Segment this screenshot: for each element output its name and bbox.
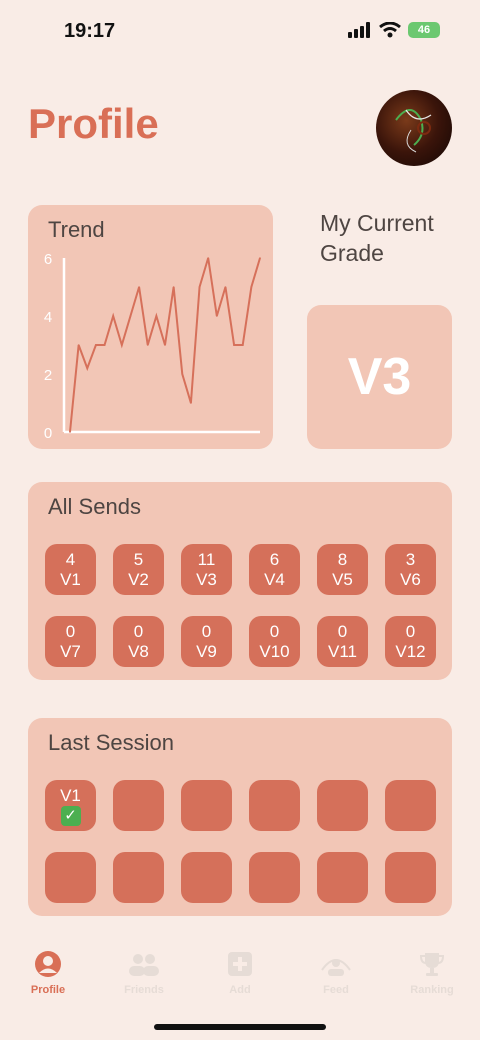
send-tile-v6[interactable]: 3 V6 xyxy=(385,544,436,595)
trophy-icon xyxy=(419,953,445,976)
send-tile-v8[interactable]: 0 V8 xyxy=(113,616,164,667)
session-slot[interactable] xyxy=(385,780,436,831)
trend-card[interactable]: Trend 0246 xyxy=(28,205,273,449)
send-count: 11 xyxy=(197,549,216,569)
status-icons: 46 xyxy=(348,22,440,38)
grade-label: My Current Grade xyxy=(320,210,434,266)
page-title: Profile xyxy=(28,100,159,147)
send-grade: V8 xyxy=(128,641,149,661)
checkmark-icon: ✓ xyxy=(60,805,81,826)
send-count: 3 xyxy=(405,549,416,569)
send-grade: V3 xyxy=(196,569,217,589)
session-slot[interactable] xyxy=(317,852,368,903)
wifi-icon xyxy=(379,22,401,38)
battery-indicator: 46 xyxy=(408,22,440,38)
send-grade: V11 xyxy=(328,641,357,661)
session-slot[interactable] xyxy=(385,852,436,903)
all-sends-title: All Sends xyxy=(48,494,141,519)
feed-icon xyxy=(321,959,351,976)
current-grade-value: V3 xyxy=(347,348,412,406)
send-grade: V4 xyxy=(264,569,285,589)
people-icon xyxy=(129,954,159,976)
send-grade: V6 xyxy=(400,569,421,589)
y-tick-label: 0 xyxy=(44,425,52,442)
session-slot[interactable] xyxy=(181,780,232,831)
session-slot[interactable] xyxy=(317,780,368,831)
send-grade: V2 xyxy=(128,569,149,589)
send-count: 0 xyxy=(269,621,280,641)
send-tile-v11[interactable]: 0 V11 xyxy=(317,616,368,667)
tab-feed[interactable]: Feed xyxy=(296,950,376,996)
tab-feed-label: Feed xyxy=(323,984,349,996)
send-tile-v10[interactable]: 0 V10 xyxy=(249,616,300,667)
send-count: 0 xyxy=(201,621,212,641)
send-count: 0 xyxy=(133,621,144,641)
send-count: 5 xyxy=(133,549,144,569)
tab-friends-label: Friends xyxy=(124,984,164,996)
session-slot[interactable] xyxy=(249,852,300,903)
tab-friends[interactable]: Friends xyxy=(104,950,184,996)
avatar[interactable] xyxy=(376,90,452,166)
all-sends-card: All Sends 4 V1 5 V2 11 V3 6 V4 8 V5 3 V6 0 V7 0 V8 0 V9 0 V… xyxy=(28,482,452,680)
all-sends-grid: 4 V1 5 V2 11 V3 6 V4 8 V5 3 V6 0 V7 0 V8 0 V9 0 V10 0 V11 0 V12 xyxy=(45,544,436,667)
send-count: 8 xyxy=(337,549,348,569)
y-tick-label: 4 xyxy=(44,309,52,326)
status-bar: 19:17 46 xyxy=(0,0,480,60)
person-circle-icon xyxy=(35,951,61,977)
trend-chart: 0 2 4 6 xyxy=(44,251,261,442)
session-slot[interactable] xyxy=(181,852,232,903)
avatar-image xyxy=(395,109,432,153)
send-grade: V12 xyxy=(395,641,426,661)
tab-bar: Profile Friends Add Feed Ranking xyxy=(0,950,480,1010)
plus-square-icon xyxy=(228,952,252,976)
send-tile-v1[interactable]: 4 V1 xyxy=(45,544,96,595)
send-grade: V10 xyxy=(259,641,290,661)
send-grade: V7 xyxy=(60,641,81,661)
send-tile-v2[interactable]: 5 V2 xyxy=(113,544,164,595)
last-session-grid: V1 ✓ xyxy=(45,780,436,903)
session-slot[interactable] xyxy=(249,780,300,831)
session-slot[interactable] xyxy=(45,852,96,903)
tab-profile[interactable]: Profile xyxy=(8,950,88,996)
session-slot[interactable] xyxy=(113,780,164,831)
send-tile-v9[interactable]: 0 V9 xyxy=(181,616,232,667)
tab-ranking[interactable]: Ranking xyxy=(392,950,472,996)
y-tick-label: 2 xyxy=(44,367,52,384)
send-tile-v12[interactable]: 0 V12 xyxy=(385,616,436,667)
send-grade: V1 xyxy=(60,569,81,589)
tab-add-label: Add xyxy=(229,984,251,996)
tab-profile-label: Profile xyxy=(30,984,66,996)
send-count: 6 xyxy=(269,549,280,569)
send-grade: V5 xyxy=(332,569,353,589)
y-tick-label: 6 xyxy=(44,251,52,268)
session-slot[interactable]: V1 ✓ xyxy=(45,780,96,831)
home-indicator[interactable] xyxy=(154,1024,326,1030)
send-grade: V9 xyxy=(196,641,217,661)
status-time: 19:17 xyxy=(64,20,116,42)
last-session-card: Last Session V1 ✓ xyxy=(28,718,452,916)
grade-card[interactable]: V3 xyxy=(307,305,452,449)
send-tile-v7[interactable]: 0 V7 xyxy=(45,616,96,667)
send-count: 0 xyxy=(405,621,416,641)
send-count: 0 xyxy=(337,621,348,641)
trend-series-line xyxy=(69,257,261,433)
tab-add[interactable]: Add xyxy=(200,950,280,996)
send-tile-v5[interactable]: 8 V5 xyxy=(317,544,368,595)
tab-ranking-label: Ranking xyxy=(410,984,454,996)
session-slot-grade: V1 xyxy=(60,785,81,805)
send-tile-v4[interactable]: 6 V4 xyxy=(249,544,300,595)
session-slot[interactable] xyxy=(113,852,164,903)
send-tile-v3[interactable]: 11 V3 xyxy=(181,544,232,595)
last-session-title: Last Session xyxy=(48,730,174,755)
send-count: 4 xyxy=(65,549,76,569)
send-count: 0 xyxy=(65,621,76,641)
signal-icon xyxy=(348,22,370,38)
